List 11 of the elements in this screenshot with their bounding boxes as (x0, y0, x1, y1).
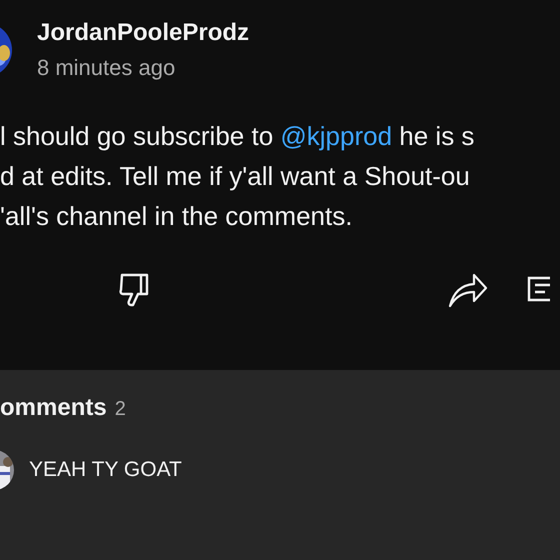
comments-title: omments (0, 394, 107, 422)
comments-panel[interactable]: omments 2 YEAH TY GOAT (0, 370, 560, 560)
post-text-line: l should go subscribe to @kjpprod he is s (0, 120, 474, 153)
post-text-line: 'all's channel in the comments. (0, 200, 352, 233)
post-text-line: d at edits. Tell me if y'all want a Shout-ou (0, 160, 470, 193)
post-time: 8 minutes ago (37, 54, 176, 82)
channel-name[interactable]: JordanPooleProdz (37, 18, 250, 48)
share-icon[interactable] (448, 272, 488, 308)
mention-link[interactable]: @kjpprod (280, 121, 392, 151)
comment-text: YEAH TY GOAT (29, 458, 182, 482)
comment-count: 2 (114, 398, 126, 421)
